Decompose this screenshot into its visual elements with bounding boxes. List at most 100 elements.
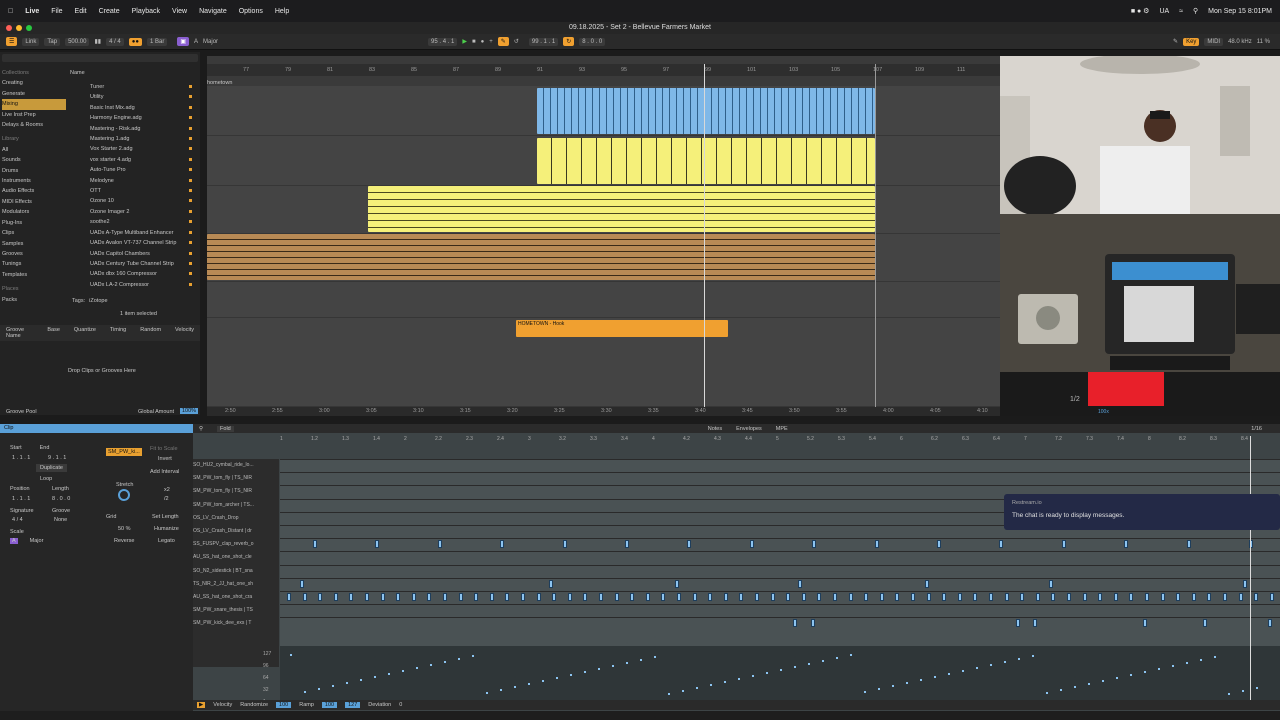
velocity-marker[interactable] — [1074, 686, 1076, 688]
drum-lane-name[interactable]: AU_SS_hat_one_shot_cra — [193, 591, 279, 604]
drum-lane-name[interactable]: TS_NIR_2_JJ_hat_one_sh — [193, 578, 279, 591]
groove-col[interactable]: Velocity — [175, 327, 194, 339]
velocity-marker[interactable] — [1088, 683, 1090, 685]
velocity-marker[interactable] — [598, 668, 600, 670]
browser-file[interactable]: Harmony Engine.adg — [70, 113, 198, 123]
midi-note[interactable] — [937, 540, 941, 549]
velocity-marker[interactable] — [836, 657, 838, 659]
browser-file[interactable]: UADx Avalon VT-737 Channel Strip — [70, 238, 198, 248]
end-value[interactable]: 9 . 1 . 1 — [48, 455, 66, 461]
drum-lane-name[interactable]: SM_PW_tom_fly | TS_NIR — [193, 472, 279, 485]
browser-file[interactable]: Auto-Tune Pro — [70, 165, 198, 175]
velocity-marker[interactable] — [584, 671, 586, 673]
velocity-marker[interactable] — [570, 674, 572, 676]
library-item[interactable]: Instruments — [2, 176, 66, 186]
chat-notification[interactable]: Restream.io The chat is ready to display… — [1004, 494, 1280, 530]
midi-note[interactable] — [1243, 579, 1247, 588]
midi-note[interactable] — [552, 593, 557, 601]
midi-note[interactable] — [989, 593, 993, 601]
velocity-marker[interactable] — [626, 662, 628, 664]
midi-note[interactable] — [1049, 579, 1053, 588]
midi-note[interactable] — [1203, 619, 1207, 628]
midi-note[interactable] — [677, 593, 681, 601]
midi-note[interactable] — [687, 540, 692, 549]
velocity-marker[interactable] — [388, 673, 390, 675]
link-button[interactable]: Link — [22, 37, 40, 46]
midi-map-button[interactable]: MIDI — [1204, 37, 1224, 46]
ramp-end-value[interactable]: 127 — [345, 702, 361, 708]
midi-note[interactable] — [739, 593, 744, 601]
groove-col[interactable]: Random — [140, 327, 161, 339]
drum-lane-name[interactable]: SO_N2_sidestick | BT_sna — [193, 565, 279, 578]
browser-file[interactable]: Melodyne — [70, 176, 198, 186]
humanize-amount[interactable]: 50 % — [118, 526, 131, 532]
library-item[interactable]: Samples — [2, 239, 66, 249]
groove-col[interactable]: Base — [47, 327, 60, 339]
velocity-marker[interactable] — [1060, 689, 1062, 691]
scale-root[interactable]: A — [194, 39, 198, 45]
velocity-marker[interactable] — [1144, 671, 1146, 673]
tab-notes[interactable]: Notes — [708, 426, 722, 432]
play-icon[interactable]: ▶ — [462, 38, 467, 45]
drum-lane-name[interactable]: SM_PW_snare_thesis | TS — [193, 604, 279, 617]
invert-button[interactable]: Invert — [158, 456, 172, 462]
velocity-marker[interactable] — [682, 690, 684, 692]
velocity-lane[interactable] — [280, 646, 1280, 702]
midi-note[interactable] — [811, 619, 815, 628]
minimize-icon[interactable] — [16, 25, 22, 31]
length-value[interactable]: 8 . 0 . 0 — [52, 496, 70, 502]
midi-note[interactable] — [411, 593, 416, 601]
velocity-marker[interactable] — [444, 661, 446, 663]
velocity-marker[interactable] — [822, 660, 824, 662]
velocity-marker[interactable] — [850, 654, 852, 656]
browser-file[interactable]: Tuner — [70, 82, 198, 92]
library-item[interactable]: Templates — [2, 270, 66, 280]
midi-note[interactable] — [692, 593, 697, 601]
midi-note[interactable] — [500, 540, 505, 549]
velocity-marker[interactable] — [318, 688, 320, 690]
velocity-marker[interactable] — [1256, 687, 1258, 689]
browser-file[interactable]: vox starter 4.adg — [70, 155, 198, 165]
name-column-header[interactable]: Name — [70, 70, 85, 76]
midi-ruler[interactable]: 1 1.2 1.3 1.4 2 2.2 2.3 2.4 3 3.2 3.3 3.4 4 4.2 4.3 4.4… — [280, 436, 1280, 446]
midi-note[interactable] — [770, 593, 775, 601]
drum-lane-name[interactable]: SM_PW_tom_archer | TS... — [193, 499, 279, 512]
midi-note[interactable] — [926, 593, 931, 601]
deviation-label[interactable]: Deviation — [368, 702, 391, 708]
browser-toggle-icon[interactable]: ☰ — [6, 37, 18, 46]
midi-note[interactable] — [375, 540, 380, 549]
drum-lane-name[interactable]: OS_LV_Crash_Drop — [193, 512, 279, 525]
bar-ruler[interactable]: 77 79 81 83 85 87 89 91 93 95 97 99 101 103 105 107 109 1… — [207, 64, 1000, 76]
midi-note[interactable] — [1176, 593, 1181, 601]
midi-note[interactable] — [661, 593, 666, 601]
browser-file[interactable]: Ozone 10 — [70, 196, 198, 206]
menu-view[interactable]: View — [172, 8, 187, 15]
midi-note[interactable] — [443, 593, 447, 601]
midi-note[interactable] — [333, 593, 338, 601]
library-item[interactable]: All — [2, 145, 66, 155]
midi-note[interactable] — [864, 593, 869, 601]
midi-note[interactable] — [749, 540, 754, 549]
menu-options[interactable]: Options — [239, 8, 263, 15]
start-value[interactable]: 1 . 1 . 1 — [12, 455, 30, 461]
velocity-marker[interactable] — [906, 682, 908, 684]
midi-note[interactable] — [879, 593, 884, 601]
library-item[interactable]: Grooves — [2, 249, 66, 259]
midi-note[interactable] — [521, 593, 525, 601]
velocity-marker[interactable] — [1130, 674, 1132, 676]
midi-playhead[interactable] — [1250, 436, 1251, 702]
automation-arm-icon[interactable]: ✎ — [497, 37, 509, 46]
browser-file[interactable]: Mastering - Risk.adg — [70, 124, 198, 134]
velocity-marker[interactable] — [808, 663, 810, 665]
time-ruler[interactable]: 2:50 2:55 3:00 3:05 3:10 3:15 3:20 3:25 3:30 3:35… — [207, 407, 1082, 416]
fold-button[interactable]: Fold — [217, 425, 234, 432]
velocity-marker[interactable] — [738, 678, 740, 680]
loop-toggle[interactable]: Loop — [40, 476, 52, 482]
midi-note[interactable] — [489, 593, 494, 601]
arrangement-position[interactable]: 95 . 4 . 1 — [428, 37, 458, 46]
midi-clip-blue[interactable] — [537, 88, 875, 134]
zoom-icon[interactable] — [26, 25, 32, 31]
drum-lane-name[interactable]: AU_SS_hat_one_shot_cle — [193, 551, 279, 564]
set-length-button[interactable]: Set Length — [152, 514, 179, 520]
velocity-marker[interactable] — [878, 688, 880, 690]
